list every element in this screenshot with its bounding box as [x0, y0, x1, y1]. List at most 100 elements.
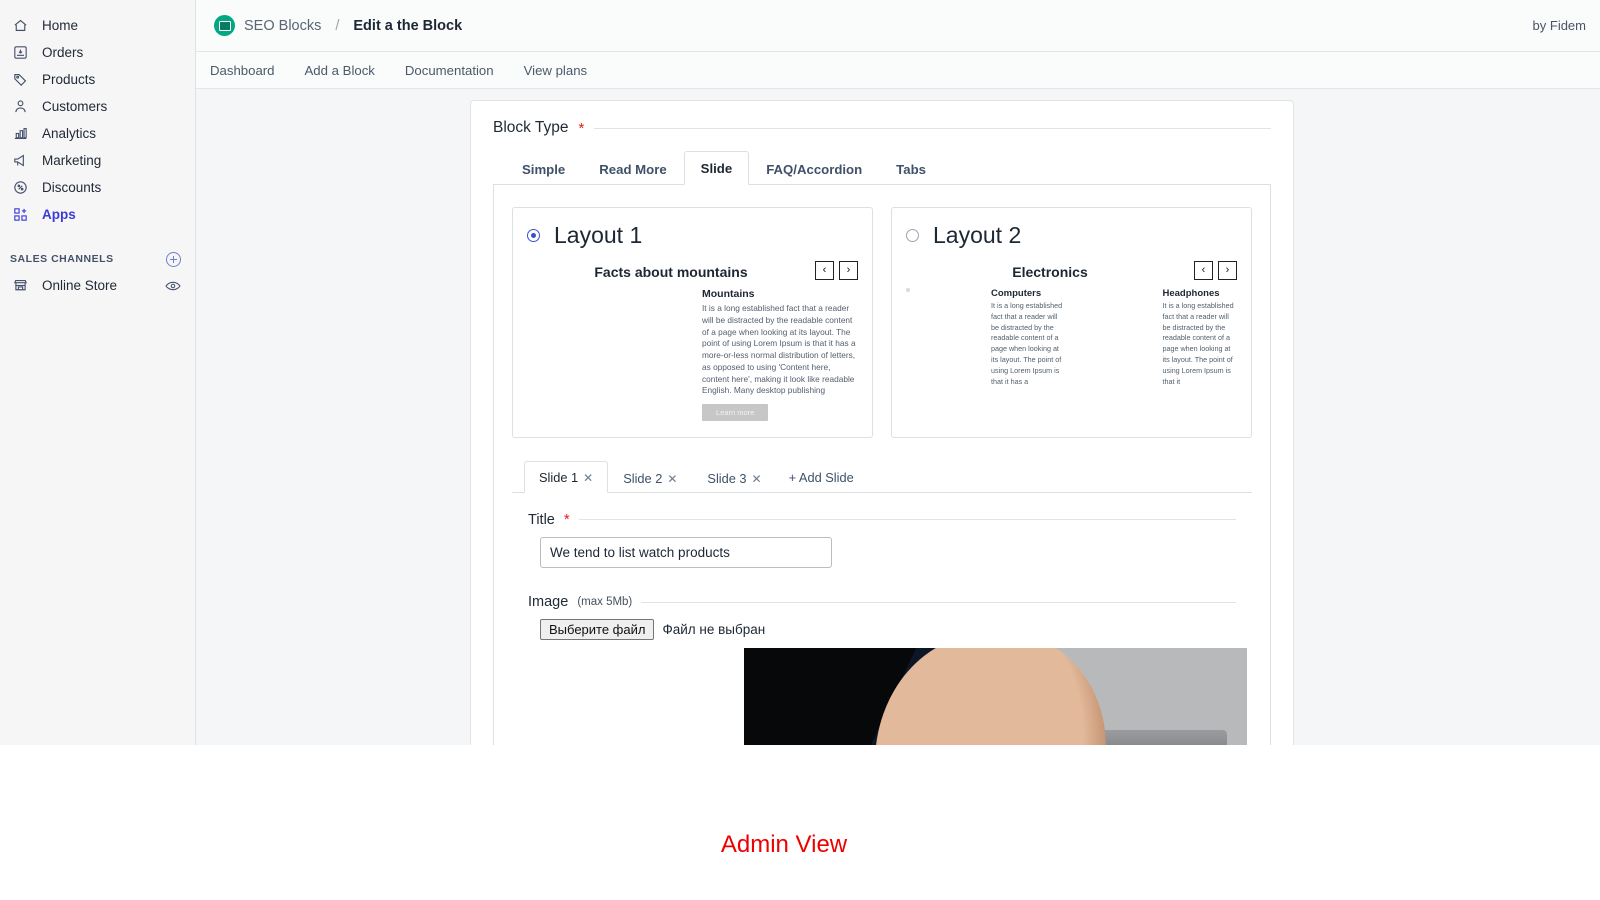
layout-2-radio[interactable]	[906, 229, 919, 242]
home-icon	[10, 16, 30, 36]
image-field-legend: Image (max 5Mb)	[528, 594, 1236, 610]
layout-option-1[interactable]: Layout 1 Facts about mountains ‹ ›	[512, 207, 873, 438]
title-input-wrap	[528, 537, 1236, 568]
subnav-item-view-plans[interactable]: View plans	[524, 63, 588, 78]
page-title: Edit a the Block	[353, 18, 462, 34]
slide-tabs: Slide 1 ✕ Slide 2 ✕ Slide 3 ✕ + Add Slide	[512, 460, 1252, 493]
add-slide-button[interactable]: + Add Slide	[777, 462, 866, 492]
slide-form: Title * Image (max 5Mb) Выберите файл	[512, 493, 1252, 745]
legend-divider	[594, 128, 1271, 129]
slide-tab-1[interactable]: Slide 1 ✕	[524, 461, 608, 493]
sidebar-item-analytics[interactable]: Analytics	[0, 120, 195, 147]
slide-tab-1-label: Slide 1	[539, 470, 578, 485]
tab-slide[interactable]: Slide	[684, 151, 750, 185]
layout-1-slide-text: It is a long established fact that a rea…	[702, 303, 858, 397]
sidebar-item-home[interactable]: Home	[0, 12, 195, 39]
close-icon[interactable]: ✕	[752, 472, 762, 486]
tab-simple[interactable]: Simple	[505, 152, 582, 185]
sidebar-item-products[interactable]: Products	[0, 66, 195, 93]
sidebar-item-label: Analytics	[42, 126, 96, 141]
app-topbar: SEO Blocks / Edit a the Block by Fidem	[196, 0, 1600, 52]
app-subnav: Dashboard Add a Block Documentation View…	[196, 52, 1600, 89]
sidebar-item-apps[interactable]: Apps	[0, 201, 195, 228]
slide-tab-3-label: Slide 3	[707, 471, 746, 486]
layout-2-preview-body: Computers It is a long established fact …	[906, 288, 1237, 387]
layout-1-radio[interactable]	[527, 229, 540, 242]
tab-tabs[interactable]: Tabs	[879, 152, 943, 185]
breadcrumb-app-name[interactable]: SEO Blocks	[244, 18, 321, 34]
slide-tab-2-label: Slide 2	[623, 471, 662, 486]
block-editor-card: Block Type * Simple Read More Slide FAQ/…	[470, 100, 1294, 745]
layout-2-item-text: It is a long established fact that a rea…	[1163, 301, 1238, 387]
sidebar-item-label: Online Store	[42, 278, 117, 293]
slide-tab-2[interactable]: Slide 2 ✕	[608, 462, 692, 493]
block-type-label: Block Type	[493, 119, 569, 137]
figure-caption: Admin View	[0, 745, 1600, 900]
slide-tab-panel: Layout 1 Facts about mountains ‹ ›	[493, 185, 1271, 745]
circle-plus-icon[interactable]	[166, 252, 181, 267]
subnav-item-documentation[interactable]: Documentation	[405, 63, 494, 78]
carousel-next-icon[interactable]: ›	[1218, 261, 1237, 280]
title-input[interactable]	[540, 537, 832, 568]
title-field-legend: Title *	[528, 511, 1236, 528]
layout-1-carousel-arrows: ‹ ›	[815, 261, 858, 280]
storefront-icon	[10, 276, 30, 296]
caption-text: Admin View	[721, 831, 847, 859]
sidebar-item-label: Customers	[42, 99, 107, 114]
content-area: Block Type * Simple Read More Slide FAQ/…	[196, 89, 1600, 745]
legend-divider	[579, 519, 1236, 520]
sidebar-item-customers[interactable]: Customers	[0, 93, 195, 120]
person-icon	[10, 97, 30, 117]
eye-icon[interactable]	[165, 280, 181, 292]
choose-file-button[interactable]: Выберите файл	[540, 619, 654, 640]
sidebar-item-discounts[interactable]: Discounts	[0, 174, 195, 201]
sales-channels-label: SALES CHANNELS	[10, 253, 114, 265]
percent-badge-icon	[10, 178, 30, 198]
subnav-item-dashboard[interactable]: Dashboard	[210, 63, 275, 78]
apps-grid-plus-icon	[10, 205, 30, 225]
sidebar-item-marketing[interactable]: Marketing	[0, 147, 195, 174]
sidebar: Home Orders Products Customers Analytics	[0, 0, 196, 745]
tag-icon	[10, 70, 30, 90]
sidebar-item-orders[interactable]: Orders	[0, 39, 195, 66]
layout-1-header: Layout 1	[527, 222, 858, 249]
sidebar-item-online-store[interactable]: Online Store	[0, 272, 195, 299]
by-line: by Fidem	[1533, 18, 1586, 33]
required-asterisk: *	[579, 120, 585, 137]
carousel-prev-icon[interactable]: ‹	[815, 261, 834, 280]
slide-tab-3[interactable]: Slide 3 ✕	[692, 462, 776, 493]
title-field-label: Title	[528, 512, 555, 528]
image-field-hint: (max 5Mb)	[577, 596, 632, 608]
tab-faq-accordion[interactable]: FAQ/Accordion	[749, 152, 879, 185]
tab-read-more[interactable]: Read More	[582, 152, 683, 185]
layout-2-item-headphones: Headphones It is a long established fact…	[1078, 288, 1238, 387]
layout-2-item-heading: Headphones	[1163, 288, 1238, 299]
block-type-tabs: Simple Read More Slide FAQ/Accordion Tab…	[493, 150, 1271, 185]
layout-2-item-text: It is a long established fact that a rea…	[991, 301, 1066, 387]
breadcrumb: SEO Blocks / Edit a the Block	[214, 15, 462, 36]
layout-1-preview-body: Mountains It is a long established fact …	[527, 288, 858, 421]
headphones-photo	[1078, 288, 1156, 360]
subnav-item-add-a-block[interactable]: Add a Block	[305, 63, 375, 78]
bar-chart-icon	[10, 124, 30, 144]
layout-option-2[interactable]: Layout 2 Electronics ‹ ›	[891, 207, 1252, 438]
layout-2-item-computers: Computers It is a long established fact …	[906, 288, 1066, 387]
orders-inbox-icon	[10, 43, 30, 63]
carousel-next-icon[interactable]: ›	[839, 261, 858, 280]
sidebar-item-label: Orders	[42, 45, 83, 60]
layout-1-slide-heading: Mountains	[702, 288, 858, 300]
sidebar-item-label: Discounts	[42, 180, 101, 195]
layout-1-preview-title: Facts about mountains	[527, 261, 815, 280]
sidebar-item-label: Apps	[42, 207, 76, 222]
image-file-input[interactable]: Выберите файл Файл не выбран	[540, 619, 1236, 640]
sidebar-item-label: Products	[42, 72, 95, 87]
watch-on-wrist-photo	[744, 648, 1247, 745]
learn-more-button[interactable]: Learn more	[702, 404, 768, 421]
layout-2-header: Layout 2	[906, 222, 1237, 249]
carousel-prev-icon[interactable]: ‹	[1194, 261, 1213, 280]
close-icon[interactable]: ✕	[583, 471, 593, 485]
file-status-text: Файл не выбран	[662, 622, 765, 637]
sidebar-item-label: Home	[42, 18, 78, 33]
layout-2-preview-title: Electronics	[906, 261, 1194, 280]
close-icon[interactable]: ✕	[667, 472, 677, 486]
